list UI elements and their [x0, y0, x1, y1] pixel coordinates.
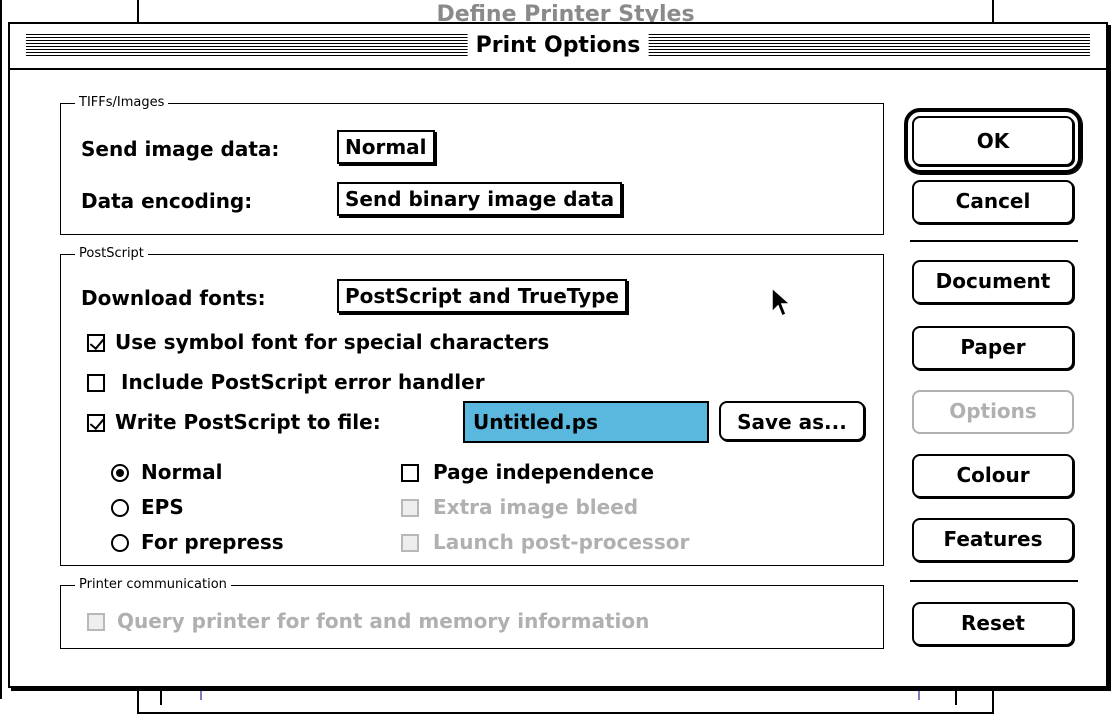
- print-options-dialog: Print Options TIFFs/Images Send image da…: [8, 22, 1108, 688]
- mouse-pointer-icon: [771, 286, 792, 318]
- download-fonts-label: Download fonts:: [81, 286, 266, 310]
- launch-post-processor-label: Launch post-processor: [433, 530, 690, 554]
- send-image-data-label: Send image data:: [81, 137, 280, 161]
- group-label: PostScript: [75, 245, 148, 263]
- include-error-handler-checkbox[interactable]: [87, 374, 105, 392]
- colour-button[interactable]: Colour: [912, 454, 1074, 498]
- features-button[interactable]: Features: [912, 518, 1074, 562]
- include-error-handler-label[interactable]: Include PostScript error handler: [121, 369, 485, 395]
- send-image-data-popup[interactable]: Normal: [337, 130, 435, 164]
- radio-normal-label[interactable]: Normal: [141, 459, 223, 485]
- radio-eps[interactable]: [111, 499, 129, 517]
- use-symbol-font-checkbox[interactable]: [87, 334, 105, 352]
- query-printer-label: Query printer for font and memory inform…: [117, 609, 650, 633]
- launch-post-processor-checkbox: [401, 534, 419, 552]
- download-fonts-popup[interactable]: PostScript and TrueType: [337, 279, 627, 313]
- tiffs-images-group: TIFFs/Images Send image data: Normal Dat…: [60, 94, 884, 235]
- extra-image-bleed-label: Extra image bleed: [433, 495, 639, 519]
- group-label: TIFFs/Images: [75, 94, 169, 112]
- background-window-edge: [0, 0, 2, 699]
- options-button: Options: [912, 390, 1074, 434]
- radio-eps-label[interactable]: EPS: [141, 494, 184, 520]
- data-encoding-label: Data encoding:: [81, 189, 253, 213]
- paper-button[interactable]: Paper: [912, 326, 1074, 370]
- save-as-button[interactable]: Save as...: [719, 401, 865, 441]
- reset-button[interactable]: Reset: [912, 602, 1074, 646]
- dialog-titlebar[interactable]: Print Options: [10, 24, 1106, 70]
- postscript-file-name-field[interactable]: Untitled.ps: [463, 401, 709, 443]
- use-symbol-font-label[interactable]: Use symbol font for special characters: [115, 329, 549, 355]
- radio-for-prepress[interactable]: [111, 534, 129, 552]
- postscript-group: PostScript Download fonts: PostScript an…: [60, 245, 884, 566]
- query-printer-checkbox: [87, 613, 105, 631]
- write-to-file-label[interactable]: Write PostScript to file:: [115, 409, 381, 435]
- write-to-file-checkbox[interactable]: [87, 414, 105, 432]
- cancel-button[interactable]: Cancel: [912, 180, 1074, 224]
- extra-image-bleed-checkbox: [401, 499, 419, 517]
- radio-for-prepress-label[interactable]: For prepress: [141, 529, 284, 555]
- ok-button[interactable]: OK: [912, 116, 1074, 166]
- page-independence-label[interactable]: Page independence: [433, 459, 654, 485]
- button-separator: [910, 580, 1078, 582]
- page-independence-checkbox[interactable]: [401, 464, 419, 482]
- data-encoding-popup[interactable]: Send binary image data: [337, 182, 623, 216]
- group-label: Printer communication: [75, 576, 231, 594]
- document-button[interactable]: Document: [912, 260, 1074, 304]
- radio-normal[interactable]: [111, 464, 129, 482]
- dialog-title: Print Options: [467, 30, 649, 62]
- button-separator: [910, 240, 1078, 242]
- printer-communication-group: Printer communication Query printer for …: [60, 576, 884, 649]
